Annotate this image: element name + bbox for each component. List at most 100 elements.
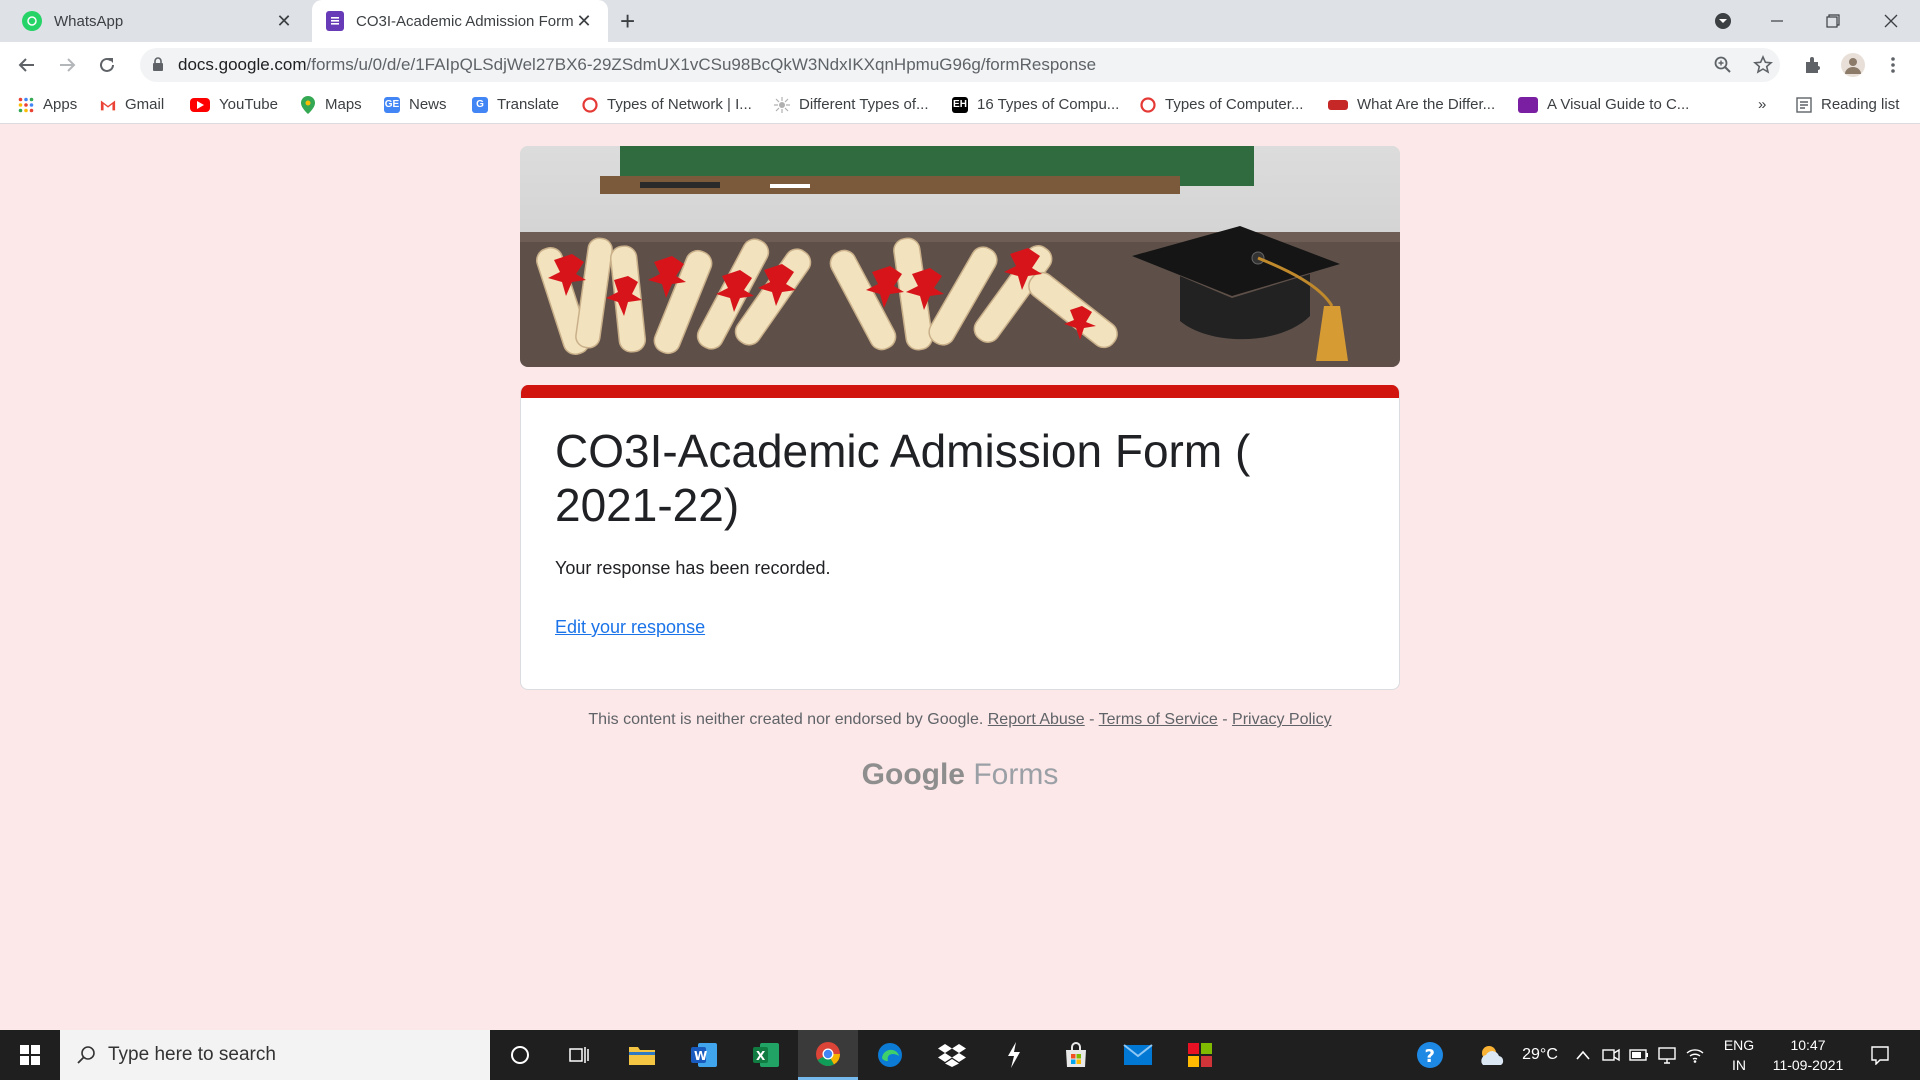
- privacy-policy-link[interactable]: Privacy Policy: [1232, 711, 1332, 728]
- close-tab-icon[interactable]: ✕: [274, 11, 294, 32]
- reading-list-label: Reading list: [1821, 96, 1900, 113]
- bookmark-what-are-the-differ[interactable]: What Are the Differ...: [1328, 96, 1495, 113]
- url-path: /forms/u/0/d/e/1FAIpQLSdjWel27BX6-29ZSdm…: [306, 55, 1097, 74]
- cortana-icon[interactable]: [490, 1030, 550, 1080]
- bookmark-label: What Are the Differ...: [1357, 96, 1496, 113]
- site-icon: [1328, 99, 1348, 110]
- bookmark-types-of-computer[interactable]: Types of Computer...: [1140, 96, 1303, 113]
- language-indicator[interactable]: ENG IN: [1714, 1035, 1764, 1075]
- separator: -: [1089, 711, 1095, 728]
- help-icon[interactable]: ?: [1410, 1030, 1450, 1080]
- apps-grid-icon: [18, 97, 34, 113]
- bookmark-visual-guide[interactable]: A Visual Guide to C...: [1518, 96, 1689, 113]
- translate-icon: G: [472, 96, 488, 113]
- tab-title: CO3I-Academic Admission Form: [356, 12, 574, 30]
- svg-text:X: X: [756, 1049, 766, 1063]
- restore-icon[interactable]: [1810, 0, 1856, 42]
- form-response-card: CO3I-Academic Admission Form ( 2021-22) …: [520, 385, 1400, 690]
- excel-icon[interactable]: X: [736, 1030, 796, 1080]
- clock-time: 10:47: [1790, 1037, 1826, 1053]
- bookmark-star-icon[interactable]: [1746, 48, 1780, 82]
- bookmark-label: Translate: [497, 96, 559, 113]
- edge-icon[interactable]: [860, 1030, 920, 1080]
- chrome-menu-icon[interactable]: [1876, 48, 1910, 82]
- bookmark-youtube[interactable]: YouTube: [190, 96, 278, 113]
- response-confirmation: Your response has been recorded.: [555, 558, 831, 578]
- google-news-icon: GE: [384, 96, 400, 113]
- close-tab-icon[interactable]: ✕: [574, 11, 594, 32]
- weather-icon[interactable]: [1470, 1030, 1514, 1080]
- separator: -: [1222, 711, 1228, 728]
- tab-whatsapp[interactable]: WhatsApp ✕: [8, 0, 308, 42]
- word-icon[interactable]: W: [674, 1030, 734, 1080]
- form-header-image: [520, 146, 1400, 367]
- bookmarks-overflow-button[interactable]: »: [1758, 96, 1766, 113]
- app-lightning-icon[interactable]: [984, 1030, 1044, 1080]
- reload-icon[interactable]: [92, 50, 122, 80]
- google-forms-logo[interactable]: Google Forms: [520, 758, 1400, 792]
- search-placeholder: Type here to search: [108, 1044, 276, 1065]
- browser-toolbar: docs.google.com/forms/u/0/d/e/1FAIpQLSdj…: [0, 42, 1920, 88]
- clock-date: 11-09-2021: [1772, 1057, 1844, 1073]
- forms-wordmark: Forms: [973, 758, 1059, 791]
- language-code: ENG: [1723, 1037, 1755, 1053]
- maps-pin-icon: [300, 95, 316, 114]
- bookmark-news[interactable]: GE News: [384, 96, 447, 113]
- notification-center-icon[interactable]: [1860, 1030, 1900, 1080]
- terms-of-service-link[interactable]: Terms of Service: [1099, 711, 1218, 728]
- tab-strip: WhatsApp ✕ CO3I-Academic Admission Form …: [0, 0, 1920, 42]
- bookmark-apps[interactable]: Apps: [18, 96, 77, 113]
- dropbox-icon[interactable]: [922, 1030, 982, 1080]
- edit-response-link[interactable]: Edit your response: [555, 617, 705, 638]
- bookmark-different-types[interactable]: Different Types of...: [774, 96, 929, 113]
- reading-list-icon: [1796, 96, 1812, 113]
- url-host: docs.google.com: [178, 55, 307, 74]
- display-icon[interactable]: [1654, 1030, 1680, 1080]
- microsoft-store-icon[interactable]: [1046, 1030, 1106, 1080]
- bookmark-label: Apps: [43, 96, 78, 113]
- zoom-icon[interactable]: [1706, 48, 1740, 82]
- svg-text:?: ?: [1425, 1046, 1435, 1067]
- chrome-taskbar-icon[interactable]: [798, 1030, 858, 1080]
- tab-google-form[interactable]: CO3I-Academic Admission Form ✕: [312, 0, 608, 42]
- profile-avatar[interactable]: [1836, 48, 1870, 82]
- site-icon: EH: [952, 96, 968, 113]
- windows-start-icon[interactable]: [0, 1030, 60, 1080]
- taskbar-search-box[interactable]: Type here to search: [60, 1030, 490, 1080]
- bookmark-label: YouTube: [219, 96, 278, 113]
- tab-search-icon[interactable]: [1700, 0, 1746, 42]
- weather-temperature[interactable]: 29°C: [1512, 1030, 1568, 1080]
- extensions-icon[interactable]: [1796, 48, 1830, 82]
- back-icon[interactable]: [12, 50, 42, 80]
- wifi-icon[interactable]: [1682, 1030, 1708, 1080]
- task-view-icon[interactable]: [550, 1030, 610, 1080]
- system-clock[interactable]: 10:47 11-09-2021: [1766, 1035, 1850, 1075]
- battery-icon[interactable]: [1626, 1030, 1652, 1080]
- bookmark-label: News: [409, 96, 447, 113]
- bookmark-maps[interactable]: Maps: [300, 95, 362, 114]
- search-icon: [77, 1046, 95, 1064]
- bookmark-label: 16 Types of Compu...: [977, 96, 1120, 113]
- app-tiles-icon[interactable]: [1170, 1030, 1230, 1080]
- google-forms-icon: [326, 11, 344, 31]
- bookmarks-bar: Apps Gmail YouTube Maps GE News G Transl…: [0, 88, 1920, 124]
- meet-now-icon[interactable]: [1598, 1030, 1624, 1080]
- bookmark-label: Types of Computer...: [1165, 96, 1304, 113]
- close-window-icon[interactable]: [1868, 0, 1914, 42]
- bookmark-gmail[interactable]: Gmail: [100, 96, 164, 113]
- bookmark-label: Different Types of...: [799, 96, 929, 113]
- lock-icon: [153, 57, 163, 71]
- reading-list-button[interactable]: Reading list: [1796, 96, 1899, 113]
- bookmark-types-of-network[interactable]: Types of Network | I...: [582, 96, 752, 113]
- forward-icon[interactable]: [52, 50, 82, 80]
- report-abuse-link[interactable]: Report Abuse: [988, 711, 1085, 728]
- new-tab-button[interactable]: +: [620, 6, 635, 37]
- minimize-icon[interactable]: [1754, 0, 1800, 42]
- bookmark-label: Types of Network | I...: [607, 96, 752, 113]
- mail-icon[interactable]: [1108, 1030, 1168, 1080]
- bookmark-16-types[interactable]: EH 16 Types of Compu...: [952, 96, 1119, 113]
- tray-overflow-icon[interactable]: [1570, 1030, 1596, 1080]
- file-explorer-icon[interactable]: [612, 1030, 672, 1080]
- address-bar[interactable]: docs.google.com/forms/u/0/d/e/1FAIpQLSdj…: [140, 48, 1780, 82]
- bookmark-translate[interactable]: G Translate: [472, 96, 559, 113]
